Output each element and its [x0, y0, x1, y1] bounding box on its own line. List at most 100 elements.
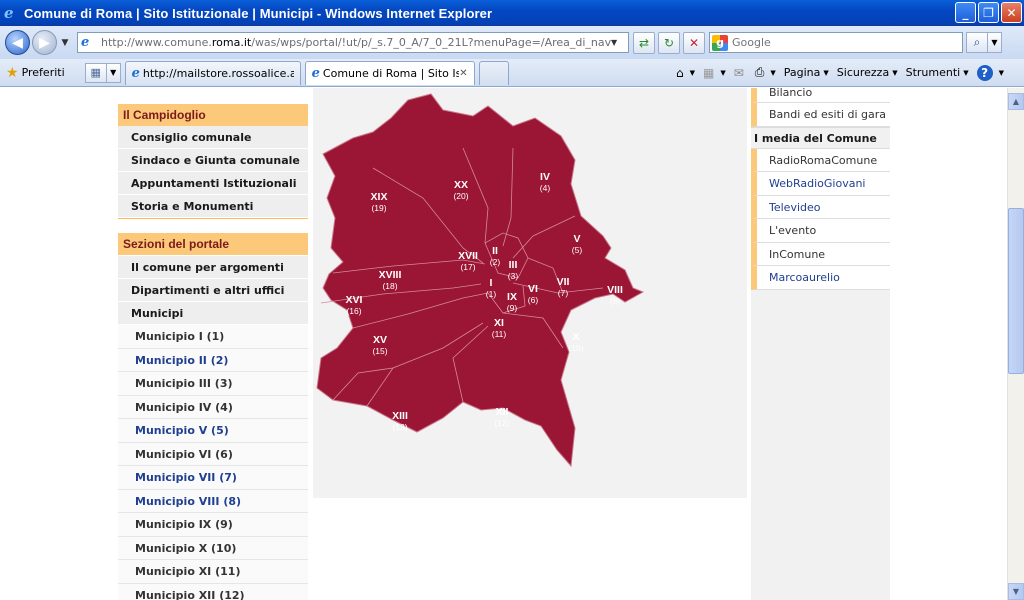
- media-link-item[interactable]: L'evento: [751, 219, 890, 243]
- print-button[interactable]: ⎙ ▼: [755, 65, 776, 80]
- scroll-down-arrow-icon[interactable]: ▼: [1008, 583, 1024, 600]
- nav-item-storia[interactable]: Storia e Monumenti: [118, 195, 308, 218]
- district-label[interactable]: XIII: [392, 410, 408, 422]
- url-text[interactable]: http://www.comune.roma.it/was/wps/portal…: [101, 36, 611, 49]
- address-field[interactable]: e http://www.comune.roma.it/was/wps/port…: [77, 32, 629, 53]
- scroll-up-arrow-icon[interactable]: ▲: [1008, 93, 1024, 110]
- nav-item-dipartimenti[interactable]: Dipartimenti e altri uffici: [118, 279, 308, 302]
- media-heading: I media del Comune: [751, 126, 890, 149]
- chevron-down-icon[interactable]: ▼: [770, 69, 775, 77]
- nav-heading-sezioni: Sezioni del portale: [118, 233, 308, 255]
- feeds-button[interactable]: ▦ ▼: [703, 66, 726, 80]
- district-number: (10): [568, 343, 583, 353]
- district-label[interactable]: XIX: [371, 191, 388, 203]
- district-label[interactable]: XVII: [458, 250, 478, 262]
- district-label[interactable]: XX: [454, 179, 468, 191]
- district-label[interactable]: XI: [494, 317, 504, 329]
- municipio-item[interactable]: Municipio IX (9): [118, 513, 308, 537]
- search-button[interactable]: ⌕: [966, 32, 988, 53]
- media-link-item[interactable]: Televideo: [751, 195, 890, 219]
- safety-menu[interactable]: Sicurezza ▼: [837, 66, 898, 79]
- district-label[interactable]: VIII: [607, 284, 623, 296]
- url-dropdown-icon[interactable]: ▼: [611, 38, 623, 47]
- vertical-scrollbar[interactable]: ▲ ▼: [1007, 88, 1024, 600]
- media-links: RadioRomaComune WebRadioGiovani Televideo L…: [751, 148, 890, 290]
- right-link-item[interactable]: Bandi ed esiti di gara: [751, 103, 890, 127]
- nav-item-consiglio[interactable]: Consiglio comunale: [118, 126, 308, 149]
- search-input[interactable]: [732, 36, 957, 49]
- municipio-item[interactable]: Municipio I (1): [118, 325, 308, 349]
- district-number: (15): [372, 346, 387, 356]
- favorites-button[interactable]: ★ Preferiti: [6, 65, 65, 81]
- municipio-item[interactable]: Municipio XII (12): [118, 583, 308, 600]
- campidoglio-menu: Consiglio comunale Sindaco e Giunta comu…: [118, 126, 308, 219]
- municipio-item[interactable]: Municipio VIII (8): [118, 489, 308, 513]
- minimize-button[interactable]: _: [955, 2, 976, 23]
- forward-button[interactable]: ▶: [32, 30, 57, 55]
- media-link-item[interactable]: WebRadioGiovani: [751, 172, 890, 196]
- compatibility-view-button[interactable]: ⇄: [633, 31, 655, 54]
- stop-button[interactable]: ✕: [683, 31, 705, 54]
- city-outline[interactable]: [316, 93, 645, 468]
- district-label[interactable]: X: [572, 331, 579, 343]
- municipio-item[interactable]: Municipio IV (4): [118, 395, 308, 419]
- chevron-down-icon: ▼: [998, 68, 1004, 77]
- municipio-item[interactable]: Municipio VI (6): [118, 442, 308, 466]
- home-button[interactable]: ⌂ ▼: [676, 66, 695, 80]
- municipio-item[interactable]: Municipio XI (11): [118, 560, 308, 584]
- municipio-item[interactable]: Municipio III (3): [118, 372, 308, 396]
- chevron-down-icon: ▼: [823, 68, 829, 77]
- tab-mailstore[interactable]: e http://mailstore.rossoalice.ali...: [124, 60, 301, 85]
- district-label[interactable]: IX: [507, 291, 517, 303]
- municipio-item[interactable]: Municipio V (5): [118, 419, 308, 443]
- tab-close-icon[interactable]: ✕: [459, 68, 467, 79]
- mail-button[interactable]: ✉: [734, 66, 747, 80]
- right-link-item[interactable]: Bilancio: [751, 88, 890, 103]
- tools-menu[interactable]: Strumenti ▼: [906, 66, 969, 79]
- nav-item-appuntamenti[interactable]: Appuntamenti Istituzionali: [118, 172, 308, 195]
- tab-list-dropdown-icon[interactable]: ▼: [106, 62, 121, 83]
- address-toolbar: ◀ ▶ ▼ e http://www.comune.roma.it/was/wp…: [0, 26, 1024, 59]
- nav-item-argomenti[interactable]: Il comune per argomenti: [118, 256, 308, 279]
- page-menu[interactable]: Pagina ▼: [784, 66, 829, 79]
- help-menu[interactable]: ? ▼: [976, 64, 1004, 81]
- new-tab-button[interactable]: [478, 60, 509, 85]
- municipio-item[interactable]: Municipio VII (7): [118, 466, 308, 490]
- district-label[interactable]: XVIII: [379, 269, 402, 281]
- search-options-dropdown-icon[interactable]: ▼: [988, 32, 1002, 53]
- media-link-item[interactable]: RadioRomaComune: [751, 148, 890, 172]
- district-number: (2): [490, 257, 501, 267]
- quick-tabs-button[interactable]: ▦: [84, 62, 107, 83]
- district-label[interactable]: III: [509, 259, 518, 271]
- district-label[interactable]: XII: [496, 406, 509, 418]
- district-label[interactable]: VII: [557, 276, 570, 288]
- media-link-item[interactable]: Marcoaurelio: [751, 266, 890, 290]
- district-label[interactable]: XVI: [346, 294, 363, 306]
- history-dropdown-icon[interactable]: ▼: [59, 38, 71, 48]
- tab-label: http://mailstore.rossoalice.ali...: [142, 66, 294, 80]
- district-label[interactable]: I: [490, 277, 493, 289]
- district-label[interactable]: XV: [373, 334, 387, 346]
- tab-label: Comune di Roma | Sito Is...: [322, 66, 460, 80]
- refresh-button[interactable]: ↻: [658, 31, 680, 54]
- close-button[interactable]: ✕: [1001, 2, 1022, 23]
- district-label[interactable]: IV: [540, 171, 550, 183]
- district-label[interactable]: VI: [528, 283, 538, 295]
- nav-item-municipi[interactable]: Municipi: [118, 302, 308, 325]
- scroll-thumb[interactable]: [1008, 208, 1024, 374]
- tab-comune-di-roma[interactable]: e Comune di Roma | Sito Is... ✕: [304, 60, 475, 85]
- chevron-down-icon[interactable]: ▼: [720, 69, 725, 77]
- municipio-item[interactable]: Municipio II (2): [118, 348, 308, 372]
- search-box[interactable]: g: [709, 32, 963, 53]
- chevron-down-icon[interactable]: ▼: [690, 69, 695, 77]
- back-button[interactable]: ◀: [5, 30, 30, 55]
- map-svg: I(1)II(2) III(3)IV(4)V(5)VI(6)VII(7) VIII(…: [316, 93, 645, 468]
- restore-button[interactable]: ❐: [978, 2, 999, 23]
- district-label[interactable]: V: [573, 233, 580, 245]
- municipio-item[interactable]: Municipio X (10): [118, 536, 308, 560]
- tab-command-bar: ★ Preferiti ▦ ▼ e http://mailstore.rosso…: [0, 59, 1024, 87]
- district-number: (13): [392, 422, 407, 432]
- media-link-item[interactable]: InComune: [751, 242, 890, 266]
- district-label[interactable]: II: [492, 245, 498, 257]
- nav-item-sindaco[interactable]: Sindaco e Giunta comunale: [118, 149, 308, 172]
